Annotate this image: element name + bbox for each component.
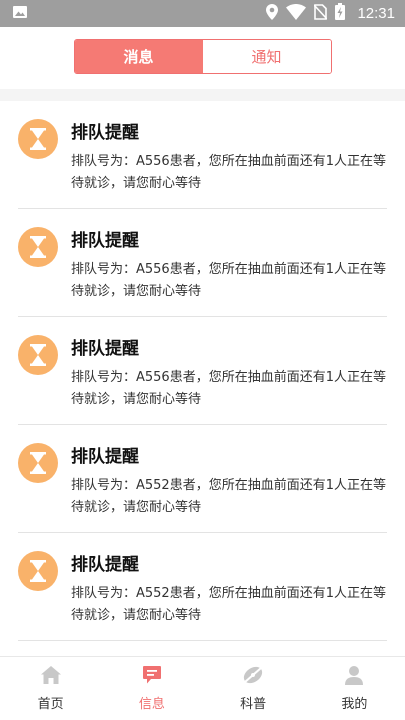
message-body: 排队号为：A556患者，您所在抽血前面还有1人正在等待就诊，请您耐心等待 [71,370,386,407]
profile-icon [344,665,364,689]
message-body: 排队号为：A556患者，您所在抽血前面还有1人正在等待就诊，请您耐心等待 [71,154,386,191]
tab-home[interactable]: 首页 [0,657,101,720]
message-title: 排队提醒 [71,555,139,575]
home-icon [40,665,62,689]
message-body: 排队号为：A552患者，您所在抽血前面还有1人正在等待就诊，请您耐心等待 [71,478,386,515]
list-item[interactable]: 排队提醒 排队号为：A556患者，您所在抽血前面还有1人正在等待就诊，请您耐心等… [18,317,387,425]
tab-messages[interactable]: 消息 [74,39,203,73]
tab-science[interactable]: 科普 [203,657,304,720]
segment-control: 消息 通知 [73,38,332,74]
message-title: 排队提醒 [71,231,139,251]
location-icon [266,3,279,24]
message-header: 消息 通知 [0,27,405,89]
message-title: 排队提醒 [71,447,139,467]
tab-science-label: 科普 [240,697,267,712]
message-title: 排队提醒 [71,339,139,359]
tab-messages-nav-label: 信息 [138,697,165,712]
hourglass-icon [18,119,58,159]
tab-notices[interactable]: 通知 [202,39,331,73]
science-icon [242,665,264,689]
tab-messages-nav[interactable]: 信息 [101,657,202,720]
status-bar: 12:31 [0,0,405,27]
battery-charging-icon [335,3,346,24]
hourglass-icon [18,551,58,591]
list-item[interactable]: 排队提醒 排队号为：A552患者，您所在抽血前面还有1人正在等待就诊，请您耐心等… [18,533,387,641]
message-icon [142,665,162,689]
message-title: 排队提醒 [71,123,139,143]
message-list: 排队提醒 排队号为：A556患者，您所在抽血前面还有1人正在等待就诊，请您耐心等… [0,101,405,641]
hourglass-icon [18,227,58,267]
image-icon [12,4,28,24]
message-body: 排队号为：A552患者，您所在抽血前面还有1人正在等待就诊，请您耐心等待 [71,586,386,623]
hourglass-icon [18,443,58,483]
wifi-icon [286,3,307,24]
bottom-tab-bar: 首页 信息 科普 我的 [0,656,405,720]
hourglass-icon [18,335,58,375]
section-divider [0,89,405,101]
status-time: 12:31 [357,5,395,22]
tab-profile[interactable]: 我的 [304,657,405,720]
list-item[interactable]: 排队提醒 排队号为：A556患者，您所在抽血前面还有1人正在等待就诊，请您耐心等… [18,209,387,317]
list-item[interactable]: 排队提醒 排队号为：A556患者，您所在抽血前面还有1人正在等待就诊，请您耐心等… [18,101,387,209]
list-item[interactable]: 排队提醒 排队号为：A552患者，您所在抽血前面还有1人正在等待就诊，请您耐心等… [18,425,387,533]
message-body: 排队号为：A556患者，您所在抽血前面还有1人正在等待就诊，请您耐心等待 [71,262,386,299]
tab-home-label: 首页 [37,697,64,712]
tab-profile-label: 我的 [341,697,368,712]
no-sim-icon [313,3,329,24]
